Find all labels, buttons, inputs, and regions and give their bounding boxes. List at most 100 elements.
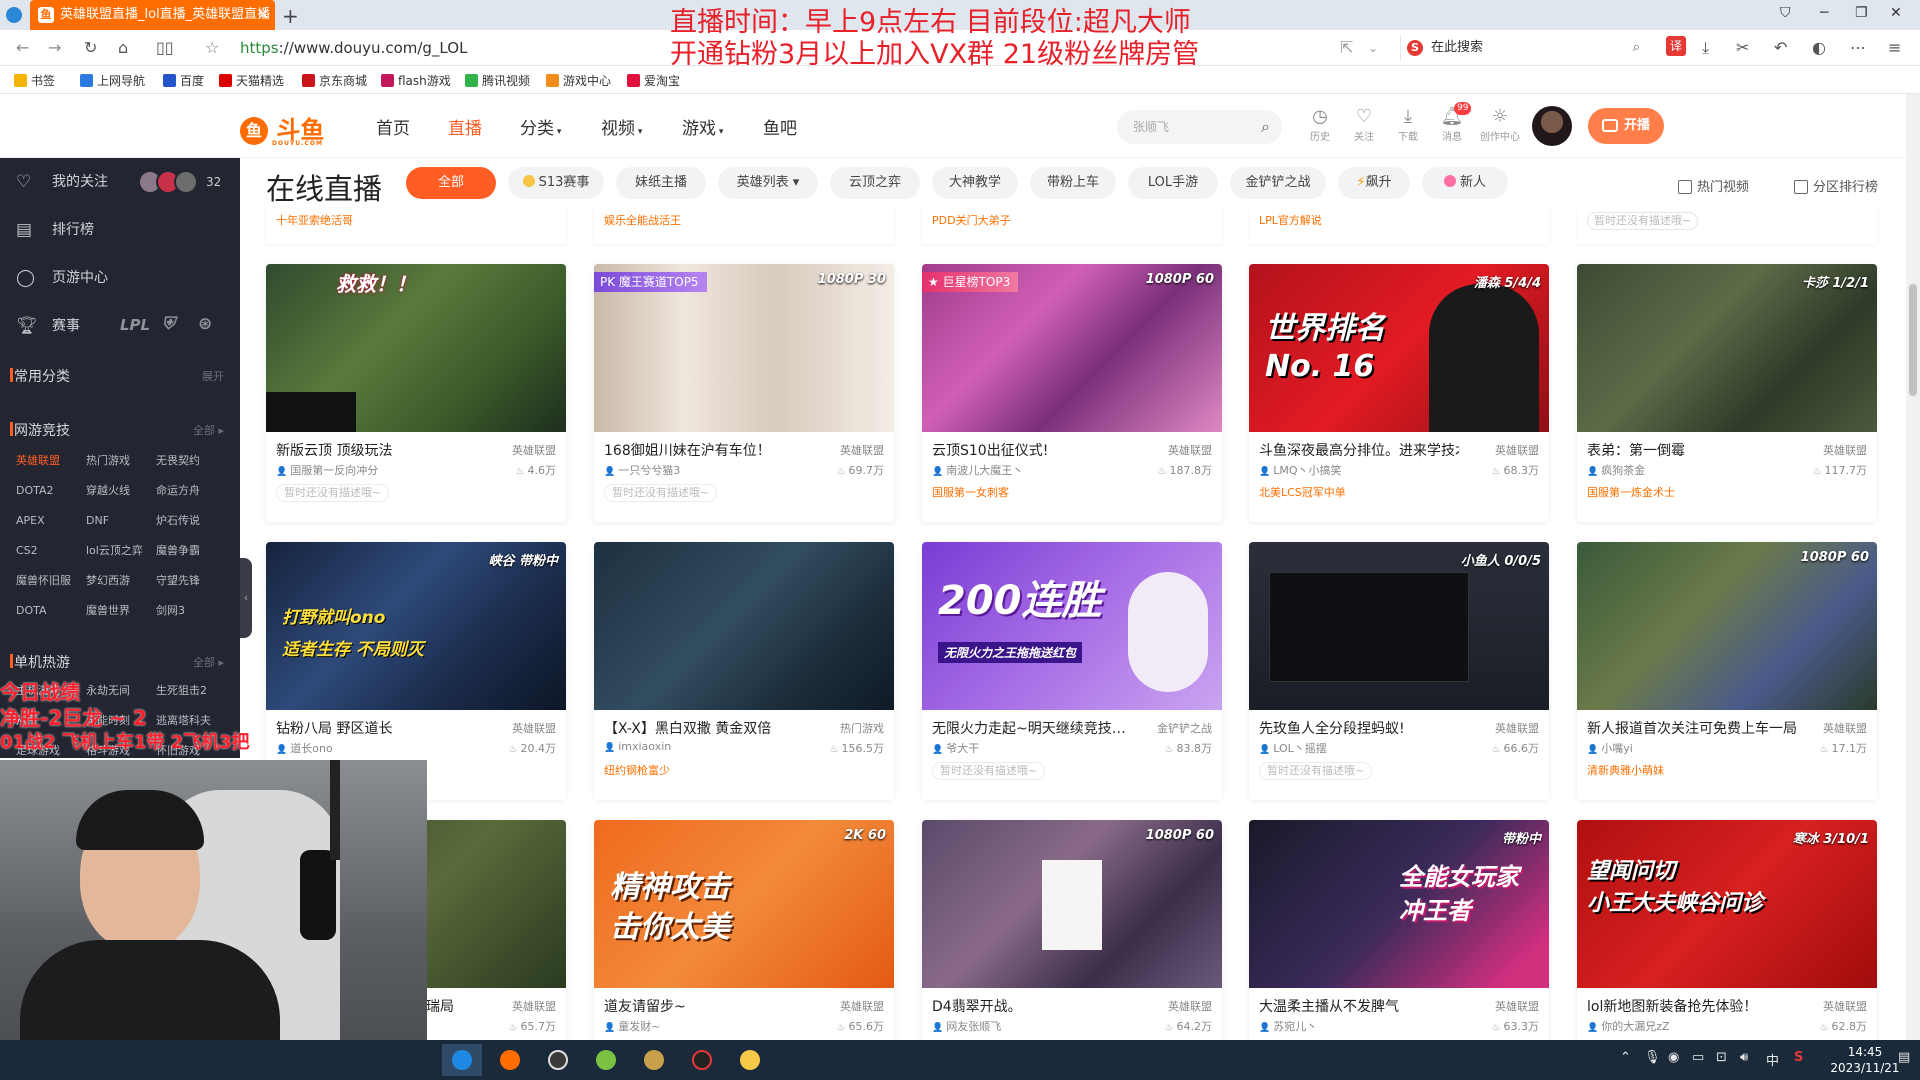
browser-tab-active[interactable]: 鱼 英雄联盟直播_lol直播_英雄联盟直播 ✕ <box>30 0 275 30</box>
nav-live[interactable]: 直播 <box>448 114 482 139</box>
nav-home[interactable]: 首页 <box>376 114 410 139</box>
taskbar-app-yellow[interactable] <box>730 1044 770 1076</box>
bookmark-item[interactable]: 书签 <box>14 72 55 89</box>
live-card[interactable]: 1080P 60 新人报道首次关注可免费上车一局 英雄联盟 小嘴yi 17.1万… <box>1577 542 1877 800</box>
sidebar-item-follow[interactable]: ♡ 我的关注 32 <box>0 158 240 206</box>
maximize-button[interactable]: ❐ <box>1855 5 1868 21</box>
home-icon[interactable]: ⌂ <box>118 38 128 57</box>
live-card[interactable]: PK 魔王赛道TOP5 1080P 30 168御姐川妹在沪有车位！ 英雄联盟 … <box>594 264 894 522</box>
live-card[interactable]: 救救！！ 新版云顶 顶级玩法 英雄联盟 国服第一反向冲分 4.6万 暂时还没有描… <box>266 264 566 522</box>
chip-jcc[interactable]: 金铲铲之战 <box>1230 167 1326 199</box>
ime-indicator[interactable]: 中 <box>1766 1050 1779 1069</box>
bookmark-item[interactable]: 腾讯视频 <box>465 72 530 89</box>
section-online-all[interactable]: 全部 ▸ <box>193 422 224 438</box>
card-category[interactable]: 金铲铲之战 <box>1157 720 1212 736</box>
chip-s13[interactable]: S13赛事 <box>508 167 604 199</box>
scissors-icon[interactable]: ✂ <box>1736 38 1749 57</box>
page-scrollbar[interactable] <box>1906 94 1920 1040</box>
reader-icon[interactable]: ▯▯ <box>156 38 174 57</box>
sidebar-game[interactable]: DOTA <box>16 596 86 626</box>
card-thumbnail[interactable]: 小鱼人 0/0/5 <box>1249 542 1549 710</box>
share-icon[interactable]: ⇱ <box>1340 38 1353 57</box>
history-button[interactable]: ◷ 历史 <box>1300 106 1340 143</box>
card-category[interactable]: 英雄联盟 <box>1168 998 1212 1014</box>
card-title[interactable]: 【X-X】黑白双撒 黄金双倍 <box>604 718 804 738</box>
card-thumbnail[interactable]: 救救！！ <box>266 264 566 432</box>
card-thumbnail[interactable]: 卡莎 1/2/1 <box>1577 264 1877 432</box>
rank-link[interactable]: 分区排行榜 <box>1794 176 1878 195</box>
chip-new[interactable]: 新人 <box>1422 167 1508 199</box>
card-title[interactable]: 钻粉八局 野区道长 <box>276 718 476 738</box>
card-title[interactable]: 云顶S10出征仪式! <box>932 440 1132 460</box>
card-owner[interactable]: 童发财~ <box>604 1018 660 1034</box>
card-thumbnail[interactable]: PK 魔王赛道TOP5 1080P 30 <box>594 264 894 432</box>
nav-game[interactable]: 游戏 ▾ <box>682 114 723 139</box>
sidebar-game[interactable]: APEX <box>16 506 86 536</box>
card-owner[interactable]: 南波儿大魔王丶 <box>932 462 1023 478</box>
card-thumbnail[interactable]: 世界排名 No. 16 潘森 5/4/4 <box>1249 264 1549 432</box>
card-thumbnail[interactable]: 全能女玩家 冲王者 带粉中 <box>1249 820 1549 988</box>
card-category[interactable]: 英雄联盟 <box>840 442 884 458</box>
card-partial[interactable]: 暂时还没有描述哦~ <box>1577 208 1877 244</box>
menu-icon[interactable]: ≡ <box>1888 38 1901 57</box>
close-window-button[interactable]: ✕ <box>1890 5 1902 21</box>
sidebar-game-lol[interactable]: 英雄联盟 <box>16 446 86 476</box>
card-partial[interactable]: 十年亚索绝活哥 <box>266 208 566 244</box>
live-card[interactable]: 【X-X】黑白双撒 黄金双倍 热门游戏 imxiaoxin 156.5万 纽约钢… <box>594 542 894 800</box>
nav-video[interactable]: 视频 ▾ <box>601 114 642 139</box>
lpl-logo-icon[interactable]: LPL <box>120 316 150 334</box>
sidebar-game[interactable]: 命运方舟 <box>156 476 226 506</box>
card-category[interactable]: 英雄联盟 <box>840 998 884 1014</box>
card-owner[interactable]: 苏宛儿丶 <box>1259 1018 1317 1034</box>
new-tab-button[interactable]: + <box>282 4 299 28</box>
url-field[interactable]: https://www.douyu.com/g_LOL <box>240 39 467 57</box>
chip-hero-list[interactable]: 英雄列表 ▾ <box>718 167 818 199</box>
sidebar-game[interactable]: 魔兽世界 <box>86 596 156 626</box>
card-thumbnail[interactable] <box>594 542 894 710</box>
message-button[interactable]: 🔔︎ 99 消息 <box>1432 102 1472 143</box>
section-common-expand[interactable]: 展开 <box>202 368 224 384</box>
follow-button[interactable]: ♡ 关注 <box>1344 106 1384 143</box>
card-partial[interactable]: LPL官方解说 <box>1249 208 1549 244</box>
card-category[interactable]: 英雄联盟 <box>1495 998 1539 1014</box>
scrollbar-thumb[interactable] <box>1909 284 1917 396</box>
sidebar-game[interactable]: 梦幻西游 <box>86 566 156 596</box>
lol-logo-icon[interactable]: ⛨ <box>162 314 175 334</box>
sidebar-game[interactable]: 魔兽争霸 <box>156 536 226 566</box>
card-title[interactable]: 新人报道首次关注可免费上车一局 <box>1587 718 1807 738</box>
star-icon[interactable]: ☆ <box>205 38 219 57</box>
sidebar-game[interactable]: 热门游戏 <box>86 446 156 476</box>
card-owner[interactable]: 你的大漏兄zZ <box>1587 1018 1669 1034</box>
url-dropdown-icon[interactable]: ⌄ <box>1368 41 1378 55</box>
user-avatar[interactable] <box>1532 106 1572 146</box>
card-category[interactable]: 英雄联盟 <box>1168 442 1212 458</box>
translate-icon[interactable]: 译 <box>1666 36 1686 56</box>
download-button[interactable]: ⤓ 下载 <box>1388 106 1428 143</box>
card-owner[interactable]: LOL丶摇摆 <box>1259 740 1327 756</box>
taskbar-browser[interactable] <box>442 1044 482 1076</box>
card-category[interactable]: 英雄联盟 <box>1495 720 1539 736</box>
card-title[interactable]: lol新地图新装备抢先体验！ <box>1587 996 1787 1016</box>
download-icon[interactable]: ⤓ <box>1702 38 1709 58</box>
card-category[interactable]: 英雄联盟 <box>512 442 556 458</box>
live-card[interactable]: 小鱼人 0/0/5 先玫鱼人全分段捏蚂蚁! 英雄联盟 LOL丶摇摆 66.6万 … <box>1249 542 1549 800</box>
card-title[interactable]: 无限火力走起~明天继续竞技… <box>932 718 1132 738</box>
night-mode-icon[interactable]: ◐ <box>1812 38 1826 57</box>
start-stream-button[interactable]: 开播 <box>1588 108 1664 144</box>
card-category[interactable]: 热门游戏 <box>840 720 884 736</box>
taskbar-obs[interactable] <box>538 1044 578 1076</box>
card-owner[interactable]: LMQ丶小搞笑 <box>1259 462 1341 478</box>
card-thumbnail[interactable]: 1080P 60 <box>922 820 1222 988</box>
sidebar-item-rank[interactable]: ▤ 排行榜 <box>0 206 240 254</box>
chip-lol-mobile[interactable]: LOL手游 <box>1128 167 1218 199</box>
card-title[interactable]: 先玫鱼人全分段捏蚂蚁! <box>1259 718 1459 738</box>
card-owner[interactable]: 国服第一反向冲分 <box>276 462 378 478</box>
sidebar-collapse-button[interactable]: ‹ <box>240 558 252 638</box>
display-icon[interactable]: ▭ <box>1692 1050 1704 1065</box>
card-title[interactable]: D4翡翠开战。 <box>932 996 1132 1016</box>
taskbar-app-red[interactable] <box>682 1044 722 1076</box>
network-icon[interactable]: ⊡ <box>1716 1050 1727 1065</box>
card-category[interactable]: 英雄联盟 <box>1823 720 1867 736</box>
card-partial[interactable]: PDD关门大弟子 <box>922 208 1222 244</box>
chip-rising[interactable]: ⚡︎飙升 <box>1338 167 1410 199</box>
